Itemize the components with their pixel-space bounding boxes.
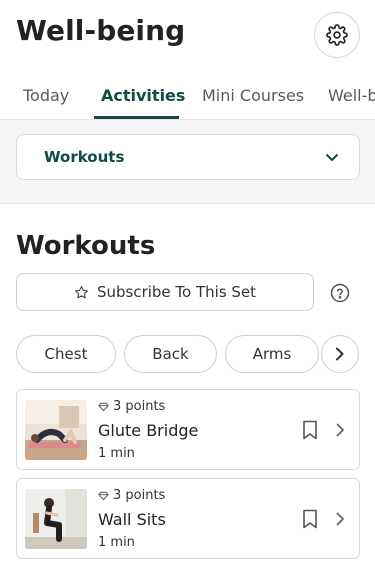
- section-title: Workouts: [16, 231, 156, 261]
- chip-arms[interactable]: Arms: [225, 335, 319, 373]
- bookmark-icon[interactable]: [302, 509, 318, 529]
- filter-section: Workouts: [0, 120, 375, 204]
- points-row: 3 points: [98, 488, 165, 503]
- activity-card-glute-bridge[interactable]: 3 points Glute Bridge 1 min: [16, 389, 360, 470]
- tab-activities[interactable]: Activities: [101, 86, 185, 105]
- points-label: 3 points: [113, 399, 166, 414]
- glute-bridge-thumbnail: [25, 400, 87, 460]
- activity-name: Glute Bridge: [98, 421, 199, 440]
- chip-back[interactable]: Back: [124, 335, 217, 373]
- activity-name: Wall Sits: [98, 510, 166, 529]
- subscribe-label: Subscribe To This Set: [96, 283, 257, 301]
- page-title: Well-being: [16, 14, 186, 47]
- header: Well-being: [0, 0, 375, 70]
- star-icon: [74, 285, 88, 298]
- chip-chest[interactable]: Chest: [16, 335, 116, 373]
- points-label: 3 points: [113, 488, 166, 503]
- diamond-icon: [98, 491, 109, 500]
- tab-bar: Today Activities Mini Courses Well-b: [0, 78, 375, 120]
- category-chips: Chest Back Arms: [0, 335, 375, 373]
- chevron-down-icon: [326, 154, 338, 161]
- tab-today[interactable]: Today: [23, 86, 69, 105]
- tab-mini-courses[interactable]: Mini Courses: [202, 86, 304, 105]
- chevron-right-icon: [336, 423, 344, 437]
- activity-card-wall-sits[interactable]: 3 points Wall Sits 1 min: [16, 478, 360, 559]
- diamond-icon: [98, 402, 109, 411]
- activity-duration: 1 min: [98, 446, 135, 461]
- activity-duration: 1 min: [98, 535, 135, 550]
- category-dropdown[interactable]: Workouts: [16, 134, 360, 180]
- bookmark-icon[interactable]: [302, 420, 318, 440]
- dropdown-selected-value: Workouts: [44, 148, 125, 166]
- settings-button[interactable]: [314, 12, 360, 58]
- chips-scroll-right-button[interactable]: [321, 335, 359, 373]
- help-icon[interactable]: [330, 283, 350, 303]
- gear-icon: [326, 24, 348, 46]
- chevron-right-icon: [336, 347, 344, 361]
- active-tab-indicator: [94, 116, 179, 119]
- points-row: 3 points: [98, 399, 165, 414]
- wall-sits-thumbnail: [25, 489, 87, 549]
- chevron-right-icon: [336, 512, 344, 526]
- tab-well-being[interactable]: Well-b: [328, 86, 375, 105]
- subscribe-button[interactable]: Subscribe To This Set: [16, 273, 314, 311]
